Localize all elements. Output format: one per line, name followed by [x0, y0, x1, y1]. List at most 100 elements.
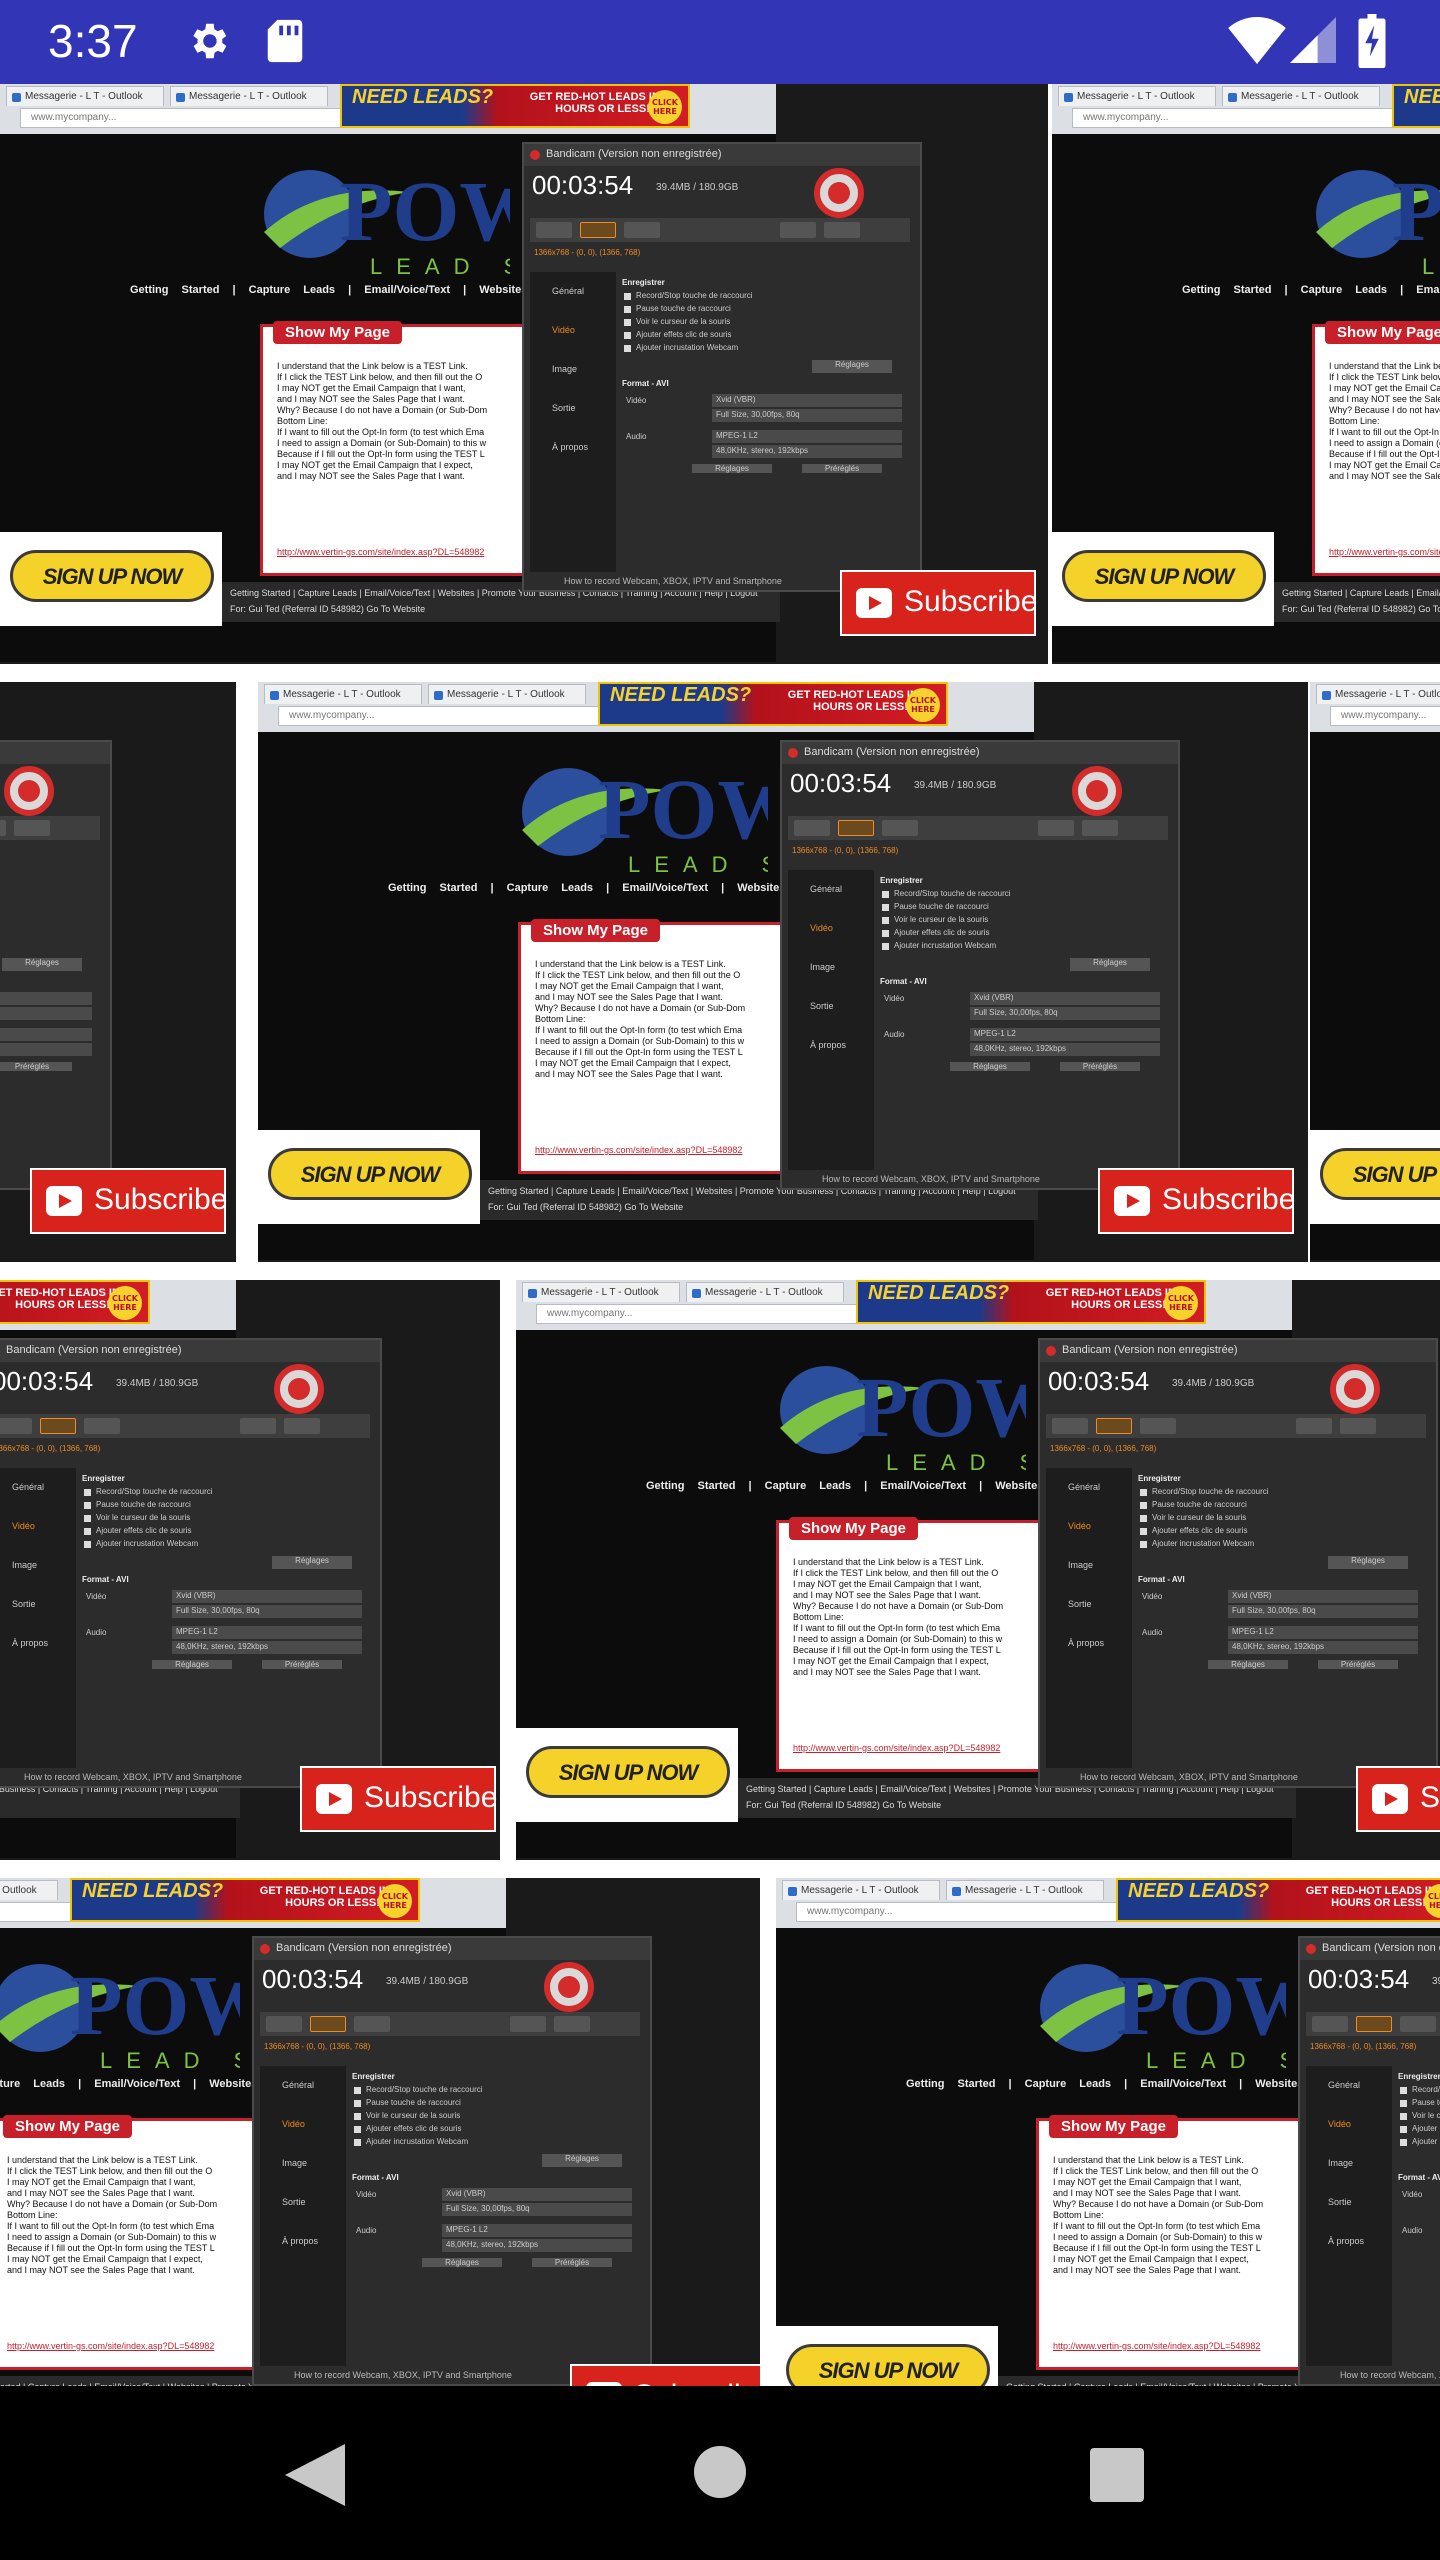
site-nav[interactable]: Getting Started | Capture Leads | Email/…: [130, 284, 585, 296]
sidebar-item-video[interactable]: Vidéo: [260, 2105, 346, 2144]
sidebar-item-image[interactable]: Image: [788, 948, 874, 987]
video-codec[interactable]: Xvid (VBR): [172, 1590, 362, 1603]
option-row[interactable]: Ajouter incrustation Webcam: [880, 941, 1170, 954]
option-row[interactable]: Pause touche de raccourci: [82, 1500, 372, 1513]
sidebar-item-about[interactable]: À propos: [0, 1624, 76, 1663]
sidebar-item-video[interactable]: Vidéo: [1046, 1507, 1132, 1546]
game-mode-icon[interactable]: [1052, 1418, 1088, 1434]
sign-up-now-badge[interactable]: SIGN UP NOW: [516, 1728, 738, 1822]
sign-up-now-button[interactable]: SIGN UP NOW: [268, 1148, 472, 1200]
option-row[interactable]: Pause touche de raccourci: [622, 304, 912, 317]
subscribe-button[interactable]: Subscribe: [840, 570, 1037, 636]
browser-tab[interactable]: Messagerie - L T - Outlook: [264, 684, 422, 704]
sidebar-item-about[interactable]: À propos: [530, 428, 616, 467]
presets-button[interactable]: Préréglés: [1060, 1062, 1140, 1071]
sidebar-item-about[interactable]: À propos: [788, 1026, 874, 1065]
audio-codec[interactable]: MPEG-1 L2: [442, 2224, 632, 2237]
test-link[interactable]: http://www.vertin-gs.com/site/index.asp?…: [793, 1743, 1000, 1753]
sign-up-now-badge[interactable]: SIGN UP NOW: [1052, 532, 1274, 626]
ad-click-here[interactable]: CLICK HERE: [648, 90, 682, 124]
browser-tab[interactable]: Messagerie - L T - Outlook: [522, 1282, 680, 1302]
test-link[interactable]: http://www.vertin-gs.com/site/index.asp?…: [7, 2341, 214, 2351]
recents-button[interactable]: [1090, 2448, 1144, 2506]
ad-click-here[interactable]: CLICK HERE: [378, 1884, 412, 1918]
format-settings-button[interactable]: Réglages: [692, 464, 772, 473]
sidebar-item-video[interactable]: Vidéo: [1306, 2105, 1392, 2144]
folder-icon[interactable]: [1038, 820, 1074, 836]
settings-button[interactable]: Réglages: [2, 958, 82, 971]
sign-up-now-button[interactable]: SIGN UP NOW: [1320, 1148, 1440, 1200]
sign-up-now-badge[interactable]: SIGN UP NOW: [0, 532, 222, 626]
browser-tab[interactable]: Messagerie - L T - Outlook: [1058, 86, 1216, 106]
presets-button[interactable]: Préréglés: [262, 1660, 342, 1669]
test-link[interactable]: http://www.vertin-gs.com/site/index.asp?…: [1329, 547, 1440, 557]
video-codec[interactable]: Xvid (VBR): [970, 992, 1160, 1005]
address-bar[interactable]: www.mycompany...: [1330, 706, 1440, 726]
format-settings-button[interactable]: Réglages: [422, 2258, 502, 2267]
site-nav[interactable]: Getting Started | Capture Leads | Email/…: [906, 2078, 1361, 2090]
format-settings-button[interactable]: Réglages: [950, 1062, 1030, 1071]
screen-mode-icon[interactable]: [1356, 2016, 1392, 2032]
sidebar-item-image[interactable]: Image: [1306, 2144, 1392, 2183]
show-my-page-button[interactable]: Show My Page: [789, 1517, 919, 1540]
sidebar-item-general[interactable]: Général: [1306, 2066, 1392, 2105]
option-row[interactable]: Ajouter effets clic de souris: [1398, 2124, 1440, 2137]
ad-banner[interactable]: NEED LEADS? GET RED-HOT LEADS IN 24 HOUR…: [70, 1878, 420, 1922]
option-row[interactable]: Ajouter incrustation Webcam: [0, 941, 102, 954]
settings-button[interactable]: Réglages: [812, 360, 892, 373]
subscribe-button[interactable]: Subscribe: [300, 1766, 497, 1832]
browser-tab[interactable]: Messagerie - L T - Outlook: [428, 684, 586, 704]
back-button[interactable]: [285, 2444, 345, 2510]
device-mode-icon[interactable]: [1140, 1418, 1176, 1434]
sign-up-now-button[interactable]: SIGN UP NOW: [10, 550, 214, 602]
show-my-page-button[interactable]: Show My Page: [273, 321, 403, 344]
sidebar-item-image[interactable]: Image: [0, 1546, 76, 1585]
subscribe-button[interactable]: Subscribe: [30, 1168, 227, 1234]
address-bar[interactable]: www.mycompany...: [1072, 108, 1440, 128]
folder-icon[interactable]: [510, 2016, 546, 2032]
folder-icon[interactable]: [1296, 1418, 1332, 1434]
sidebar-item-output[interactable]: Sortie: [530, 389, 616, 428]
option-row[interactable]: Voir le curseur de la souris: [0, 915, 102, 928]
test-link[interactable]: http://www.vertin-gs.com/site/index.asp?…: [277, 547, 484, 557]
record-button[interactable]: [1330, 1364, 1380, 1414]
bandicam-howto[interactable]: How to record Webcam, XBOX, IPTV and Sma…: [1340, 2370, 1440, 2380]
option-row[interactable]: Record/Stop touche de raccourci: [82, 1487, 372, 1500]
camera-icon[interactable]: [1340, 1418, 1376, 1434]
option-row[interactable]: Pause touche de raccourci: [352, 2098, 642, 2111]
option-row[interactable]: Ajouter incrustation Webcam: [1138, 1539, 1428, 1552]
game-mode-icon[interactable]: [1312, 2016, 1348, 2032]
bandicam-howto[interactable]: How to record Webcam, XBOX, IPTV and Sma…: [294, 2370, 512, 2380]
sidebar-item-general[interactable]: Général: [1046, 1468, 1132, 1507]
browser-tab[interactable]: Messagerie - L T - Outlook: [170, 86, 328, 106]
audio-codec[interactable]: MPEG-1 L2: [0, 1028, 92, 1041]
option-row[interactable]: Ajouter effets clic de souris: [352, 2124, 642, 2137]
audio-codec[interactable]: MPEG-1 L2: [712, 430, 902, 443]
device-mode-icon[interactable]: [1400, 2016, 1436, 2032]
sidebar-item-general[interactable]: Général: [788, 870, 874, 909]
game-mode-icon[interactable]: [266, 2016, 302, 2032]
test-link[interactable]: http://www.vertin-gs.com/site/index.asp?…: [1053, 2341, 1260, 2351]
bandicam-howto[interactable]: How to record Webcam, XBOX, IPTV and Sma…: [24, 1772, 242, 1782]
option-row[interactable]: Ajouter incrustation Webcam: [352, 2137, 642, 2150]
camera-icon[interactable]: [14, 820, 50, 836]
camera-icon[interactable]: [284, 1418, 320, 1434]
site-nav[interactable]: Getting Started | Capture Leads | Email/…: [646, 1480, 1101, 1492]
show-my-page-button[interactable]: Show My Page: [531, 919, 661, 942]
option-row[interactable]: Record/Stop touche de raccourci: [0, 889, 102, 902]
show-my-page-button[interactable]: Show My Page: [1325, 321, 1440, 344]
sidebar-item-general[interactable]: Général: [530, 272, 616, 311]
bandicam-howto[interactable]: How to record Webcam, XBOX, IPTV and Sma…: [564, 576, 782, 586]
audio-codec[interactable]: MPEG-1 L2: [970, 1028, 1160, 1041]
option-row[interactable]: Record/Stop touche de raccourci: [352, 2085, 642, 2098]
game-mode-icon[interactable]: [536, 222, 572, 238]
bandicam-howto[interactable]: How to record Webcam, XBOX, IPTV and Sma…: [822, 1174, 1040, 1184]
device-mode-icon[interactable]: [624, 222, 660, 238]
sign-up-now-badge[interactable]: SIGN UP NOW: [776, 2326, 998, 2386]
option-row[interactable]: Voir le curseur de la souris: [82, 1513, 372, 1526]
site-nav[interactable]: Getting Started | Capture Leads | Email/…: [1182, 284, 1440, 296]
option-row[interactable]: Pause touche de raccourci: [1138, 1500, 1428, 1513]
sidebar-item-output[interactable]: Sortie: [0, 1585, 76, 1624]
ad-banner[interactable]: NEED LEADS? GET RED-HOT LEADS IN 24 HOUR…: [1392, 84, 1440, 128]
site-nav[interactable]: Getting Started | Capture Leads | Email/…: [388, 882, 843, 894]
